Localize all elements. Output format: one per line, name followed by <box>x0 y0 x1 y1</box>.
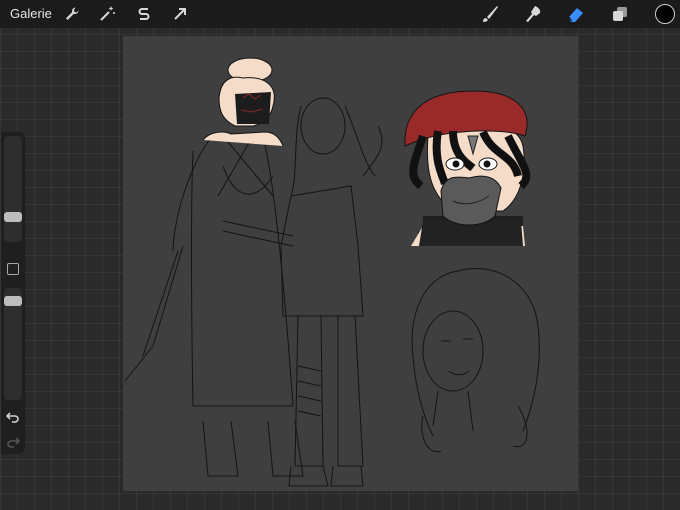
opacity-slider[interactable] <box>4 288 22 400</box>
transform-arrow-icon[interactable] <box>170 4 190 24</box>
figure-woman-lineart <box>280 97 383 487</box>
layers-icon[interactable] <box>610 4 630 24</box>
opacity-thumb[interactable] <box>4 296 22 306</box>
top-toolbar: Galerie <box>0 0 680 28</box>
brush-size-slider[interactable] <box>4 136 22 242</box>
wrench-icon[interactable] <box>62 4 82 24</box>
brush-size-thumb[interactable] <box>4 212 22 222</box>
redo-icon[interactable] <box>5 434 21 450</box>
gallery-button[interactable]: Galerie <box>10 6 52 21</box>
modify-square-button[interactable] <box>7 263 19 275</box>
artwork <box>124 57 540 487</box>
figure-beret-bust <box>404 90 531 246</box>
color-picker-swatch[interactable] <box>655 4 675 24</box>
magic-wand-icon[interactable] <box>97 4 117 24</box>
figure-warrior-head <box>202 57 284 147</box>
brush-icon[interactable] <box>480 4 500 24</box>
selection-s-icon[interactable] <box>134 4 154 24</box>
left-sidebar <box>1 132 25 454</box>
figure-sketch-head <box>411 267 540 453</box>
drawing-canvas[interactable] <box>123 36 578 491</box>
eraser-icon[interactable] <box>566 4 586 24</box>
figure-warrior-lineart <box>124 135 304 477</box>
smudge-icon[interactable] <box>524 4 544 24</box>
undo-icon[interactable] <box>5 409 21 425</box>
